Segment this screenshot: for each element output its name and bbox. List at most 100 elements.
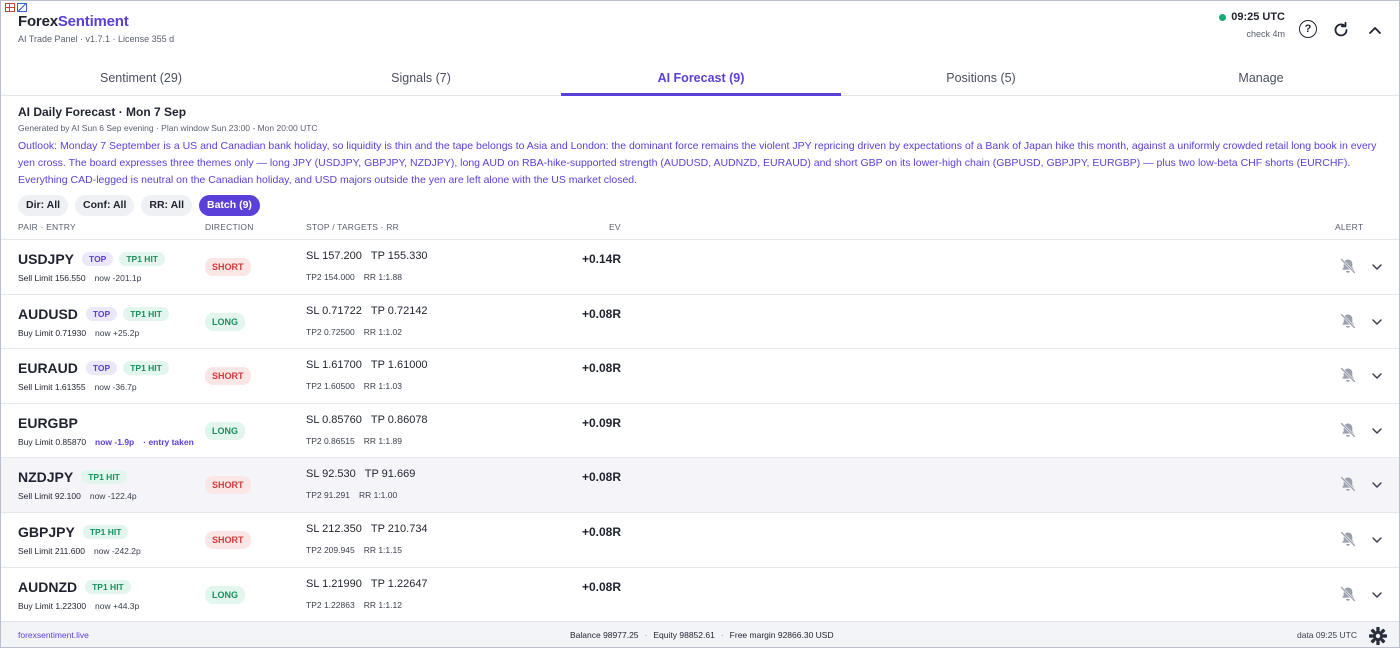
take-profit: TP 0.86078 bbox=[370, 413, 428, 426]
expand-row-chevron-down-icon[interactable] bbox=[1371, 426, 1383, 436]
filter-confidence[interactable]: Conf: All bbox=[75, 195, 135, 216]
risk-reward: RR 1:1.89 bbox=[363, 435, 402, 446]
table-row-audnzd[interactable]: AUDNZD TP1 HIT Buy Limit 1.22300 now +44… bbox=[1, 566, 1399, 622]
expected-value: +0.08R bbox=[581, 470, 621, 485]
filter-bar: Dir: All Conf: All RR: All Batch (9) bbox=[18, 195, 260, 216]
table-row-eurgbp[interactable]: EURGBP Buy Limit 0.85870 now -1.9p · ent… bbox=[1, 402, 1399, 458]
filter-direction[interactable]: Dir: All bbox=[18, 195, 69, 216]
direction-badge: SHORT bbox=[205, 367, 251, 386]
forecast-generated: Generated by AI Sun 6 Sep evening · Plan… bbox=[18, 123, 318, 133]
take-profit-2: TP2 0.86515 bbox=[306, 435, 355, 446]
table-row-usdjpy[interactable]: USDJPY TOP TP1 HIT Sell Limit 156.550 no… bbox=[1, 239, 1399, 294]
table-row-audusd[interactable]: AUDUSD TOP TP1 HIT Buy Limit 0.71930 now… bbox=[1, 293, 1399, 349]
take-profit-2: TP2 1.22863 bbox=[306, 599, 355, 610]
help-button[interactable]: ? bbox=[1299, 20, 1317, 38]
stop-loss: SL 92.530 bbox=[306, 468, 356, 481]
distance-now: now -242.2p bbox=[93, 545, 141, 556]
filter-rr[interactable]: RR: All bbox=[141, 195, 192, 216]
distance-now: now -1.9p bbox=[95, 436, 135, 447]
distance-now: now -122.4p bbox=[89, 491, 137, 502]
take-profit: TP 0.72142 bbox=[370, 304, 428, 317]
site-link[interactable]: forexsentiment.live bbox=[18, 630, 89, 640]
column-header-pair: PAIR · ENTRY bbox=[18, 222, 76, 232]
tab-signals[interactable]: Signals (7) bbox=[281, 61, 561, 95]
equity: Equity 98852.61 bbox=[653, 630, 715, 640]
stop-loss: SL 1.61700 bbox=[306, 359, 362, 372]
tab-bar: Sentiment (29) Signals (7) AI Forecast (… bbox=[1, 61, 1399, 96]
entry-order: Sell Limit 1.61355 bbox=[18, 382, 86, 393]
expand-row-chevron-down-icon[interactable] bbox=[1371, 535, 1383, 545]
tab-sentiment[interactable]: Sentiment (29) bbox=[1, 61, 281, 95]
free-margin: Free margin 92866.30 USD bbox=[729, 630, 834, 640]
top-badge: TOP bbox=[85, 306, 118, 321]
forecast-title: AI Daily Forecast · Mon 7 Sep bbox=[18, 105, 187, 119]
app-window: ForexSentiment AI Trade Panel · v1.7.1 ·… bbox=[0, 0, 1400, 648]
distance-now: now +25.2p bbox=[95, 327, 140, 338]
expand-row-chevron-down-icon[interactable] bbox=[1371, 262, 1383, 272]
tp1-hit-badge: TP1 HIT bbox=[82, 524, 129, 539]
filter-batch[interactable]: Batch (9) bbox=[199, 195, 260, 216]
risk-reward: RR 1:1.00 bbox=[358, 490, 398, 501]
alert-off-bell-icon[interactable] bbox=[1339, 530, 1357, 548]
settings-gear-icon[interactable] bbox=[1368, 626, 1388, 646]
expand-row-chevron-down-icon[interactable] bbox=[1371, 590, 1383, 600]
table-row-euraud[interactable]: EURAUD TOP TP1 HIT Sell Limit 1.61355 no… bbox=[1, 348, 1399, 403]
take-profit-2: TP2 1.60500 bbox=[306, 381, 355, 392]
stop-loss: SL 0.85760 bbox=[306, 413, 362, 426]
tp1-hit-badge: TP1 HIT bbox=[81, 470, 127, 485]
tp1-hit-badge: TP1 HIT bbox=[119, 252, 166, 266]
expand-row-chevron-down-icon[interactable] bbox=[1371, 371, 1383, 381]
brand-part1: Forex bbox=[18, 13, 58, 30]
column-header-stops: STOP / TARGETS · RR bbox=[306, 222, 399, 232]
refresh-icon bbox=[1334, 21, 1348, 37]
pair-symbol: NZDJPY bbox=[18, 469, 74, 486]
refresh-button[interactable] bbox=[1331, 20, 1351, 40]
direction-badge: LONG bbox=[205, 421, 245, 440]
expand-row-chevron-down-icon[interactable] bbox=[1371, 317, 1383, 327]
take-profit: TP 155.330 bbox=[370, 250, 428, 262]
collapse-button[interactable] bbox=[1365, 20, 1385, 40]
separator: · bbox=[644, 630, 648, 640]
pair-symbol: AUDNZD bbox=[18, 578, 78, 595]
column-header-ev: EV bbox=[609, 222, 621, 232]
stop-loss: SL 0.71722 bbox=[306, 304, 362, 317]
take-profit-2: TP2 91.291 bbox=[306, 490, 350, 501]
expected-value: +0.14R bbox=[581, 252, 621, 266]
risk-reward: RR 1:1.02 bbox=[363, 326, 402, 337]
stop-loss: SL 157.200 bbox=[306, 250, 362, 262]
account-summary: Balance 98977.25 · Equity 98852.61 · Fre… bbox=[570, 630, 834, 640]
entry-order: Buy Limit 0.71930 bbox=[18, 327, 87, 338]
separator: · bbox=[720, 630, 724, 640]
tab-positions[interactable]: Positions (5) bbox=[841, 61, 1121, 95]
alert-off-bell-icon[interactable] bbox=[1339, 366, 1357, 384]
app-subtitle: AI Trade Panel · v1.7.1 · License 355 d bbox=[18, 34, 175, 44]
alert-off-bell-icon[interactable] bbox=[1339, 421, 1357, 439]
footer: forexsentiment.live Balance 98977.25 · E… bbox=[1, 621, 1399, 647]
risk-reward: RR 1:1.15 bbox=[363, 544, 402, 555]
top-badge: TOP bbox=[85, 361, 118, 376]
pair-symbol: EURGBP bbox=[18, 414, 78, 431]
direction-badge: LONG bbox=[205, 585, 245, 604]
entry-order: Buy Limit 1.22300 bbox=[18, 600, 87, 611]
table-row-gbpjpy[interactable]: GBPJPY TP1 HIT Sell Limit 211.600 now -2… bbox=[1, 511, 1399, 567]
tab-ai-forecast[interactable]: AI Forecast (9) bbox=[561, 61, 841, 96]
table-row-nzdjpy[interactable]: NZDJPY TP1 HIT Sell Limit 92.100 now -12… bbox=[1, 457, 1399, 512]
tab-manage[interactable]: Manage bbox=[1121, 61, 1399, 95]
alert-off-bell-icon[interactable] bbox=[1339, 257, 1357, 275]
brand-logo: ForexSentiment bbox=[18, 13, 129, 30]
risk-reward: RR 1:1.88 bbox=[363, 272, 402, 282]
risk-reward: RR 1:1.12 bbox=[363, 599, 402, 610]
tp1-hit-badge: TP1 HIT bbox=[85, 579, 131, 594]
alert-off-bell-icon[interactable] bbox=[1339, 585, 1357, 603]
entry-taken-note: · entry taken bbox=[143, 436, 194, 447]
entry-order: Sell Limit 211.600 bbox=[18, 545, 85, 556]
expected-value: +0.08R bbox=[581, 579, 621, 594]
brand-part2: Sentiment bbox=[57, 13, 129, 30]
alert-off-bell-icon[interactable] bbox=[1339, 312, 1357, 330]
take-profit-2: TP2 209.945 bbox=[306, 544, 355, 555]
alert-off-bell-icon[interactable] bbox=[1339, 475, 1357, 493]
take-profit: TP 210.734 bbox=[370, 522, 428, 535]
direction-badge: LONG bbox=[205, 312, 245, 331]
expand-row-chevron-down-icon[interactable] bbox=[1371, 480, 1383, 490]
tp1-hit-badge: TP1 HIT bbox=[123, 306, 169, 321]
